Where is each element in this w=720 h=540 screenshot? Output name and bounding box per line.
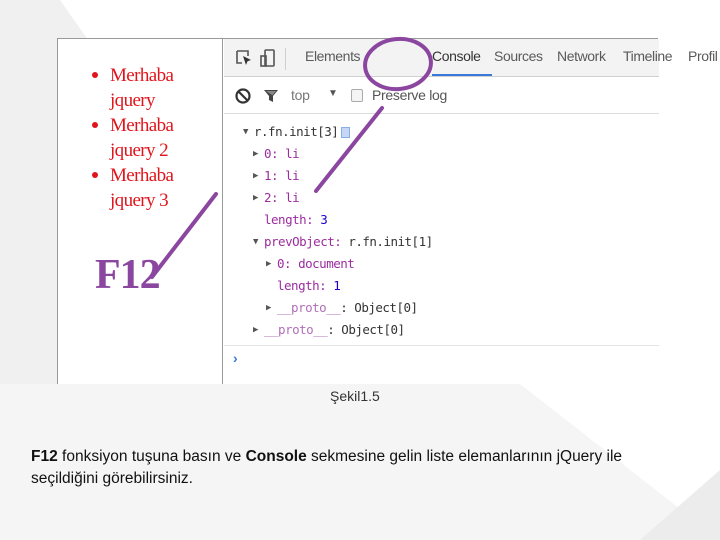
console-key: 0: [264, 146, 272, 161]
console-value: Object[0]: [341, 322, 405, 337]
devtools-toolbar: Elements Console Sources Network Timelin…: [224, 39, 718, 77]
console-tree-row[interactable]: ▶ __proto__: Object[0]: [224, 319, 659, 341]
console-separator: :: [340, 300, 355, 315]
active-tab-indicator: [432, 74, 492, 76]
console-output: ▼ r.fn.init[3] ▶ 0: li ▶ 1: li ▶ 2: li length: 3…: [224, 121, 659, 341]
console-separator: :: [319, 278, 334, 293]
console-value: Object[0]: [354, 300, 418, 315]
console-key: length: [277, 278, 320, 293]
console-separator: :: [271, 146, 286, 161]
console-value: 1: [333, 278, 341, 293]
page-list: Merhaba jquery Merhaba jquery 2 Merhaba …: [90, 63, 200, 213]
figure-caption: Şekil1.5: [330, 388, 380, 404]
f12-key-text: F12: [31, 448, 58, 465]
console-value: li: [285, 168, 300, 183]
console-tree-row[interactable]: ▶ 2: li: [224, 187, 659, 209]
console-separator: :: [327, 322, 342, 337]
console-key: r.fn.init[3]: [254, 124, 339, 139]
console-tree-row[interactable]: ▼ r.fn.init[3]: [224, 121, 659, 143]
context-selector[interactable]: top: [291, 87, 310, 103]
list-item: Merhaba jquery 3: [90, 163, 200, 213]
console-tree-row[interactable]: ▶ 1: li: [224, 165, 659, 187]
clear-console-icon[interactable]: [233, 86, 253, 106]
description-paragraph: F12 fonksiyon tuşuna basın ve Console se…: [31, 448, 623, 487]
console-separator: :: [306, 212, 321, 227]
expand-triangle-icon[interactable]: ▶: [253, 165, 258, 187]
bullet-icon: [92, 172, 98, 178]
console-separator: :: [271, 168, 286, 183]
console-value: 3: [320, 212, 328, 227]
collapse-triangle-icon[interactable]: ▼: [243, 121, 248, 143]
f12-annotation-label: F12: [95, 252, 161, 298]
console-key: __proto__: [264, 322, 328, 337]
prompt-divider: [224, 345, 659, 346]
console-tree-row[interactable]: ▶ __proto__: Object[0]: [224, 297, 659, 319]
preserve-log-checkbox[interactable]: [351, 89, 363, 102]
console-key: 2: [264, 190, 272, 205]
bullet-icon: [92, 72, 98, 78]
tab-sources[interactable]: Sources: [494, 48, 543, 64]
console-tree-row[interactable]: ▶ 0: li: [224, 143, 659, 165]
console-value: li: [285, 190, 300, 205]
console-tree-row: length: 3: [224, 209, 659, 231]
console-separator: :: [284, 256, 299, 271]
console-key: __proto__: [277, 300, 341, 315]
expand-triangle-icon[interactable]: ▶: [253, 143, 258, 165]
expand-triangle-icon[interactable]: ▶: [266, 253, 271, 275]
filter-icon[interactable]: [261, 86, 281, 106]
expand-triangle-icon[interactable]: ▶: [253, 319, 258, 341]
console-key: 0: [277, 256, 285, 271]
console-value: li: [285, 146, 300, 161]
devtools-panel: Elements Console Sources Network Timelin…: [224, 39, 718, 384]
rendered-page-pane: Merhaba jquery Merhaba jquery 2 Merhaba …: [58, 39, 223, 384]
info-badge-icon[interactable]: [341, 127, 351, 138]
toolbar-divider: [285, 48, 286, 70]
console-tree-row: length: 1: [224, 275, 659, 297]
tab-profiles[interactable]: Profil: [688, 48, 718, 64]
console-separator: :: [334, 234, 349, 249]
tab-network[interactable]: Network: [557, 48, 606, 64]
browser-screenshot: Merhaba jquery Merhaba jquery 2 Merhaba …: [57, 38, 718, 384]
console-value: document: [298, 256, 355, 271]
console-separator: :: [271, 190, 286, 205]
console-prompt[interactable]: ›: [233, 350, 238, 366]
list-item: Merhaba jquery: [90, 63, 200, 113]
expand-triangle-icon[interactable]: ▶: [253, 187, 258, 209]
expand-triangle-icon[interactable]: ▶: [266, 297, 271, 319]
list-item: Merhaba jquery 2: [90, 113, 200, 163]
preserve-log-label: Preserve log: [372, 87, 447, 103]
console-key: length: [264, 212, 307, 227]
bullet-icon: [92, 122, 98, 128]
tab-elements[interactable]: Elements: [305, 48, 361, 64]
console-value: r.fn.init[1]: [348, 234, 433, 249]
tab-timeline[interactable]: Timeline: [623, 48, 673, 64]
collapse-triangle-icon[interactable]: ▼: [253, 231, 258, 253]
console-key: 1: [264, 168, 272, 183]
console-tree-row[interactable]: ▼ prevObject: r.fn.init[1]: [224, 231, 659, 253]
context-dropdown-icon[interactable]: ▼: [328, 88, 338, 99]
console-tree-row[interactable]: ▶ 0: document: [224, 253, 659, 275]
console-filter-bar: top ▼ Preserve log: [224, 78, 659, 114]
device-mode-icon[interactable]: [259, 48, 279, 68]
tab-console[interactable]: Console: [432, 48, 481, 64]
inspect-element-icon[interactable]: [234, 48, 254, 68]
console-tab-text: Console: [245, 448, 307, 465]
console-key: prevObject: [264, 234, 335, 249]
